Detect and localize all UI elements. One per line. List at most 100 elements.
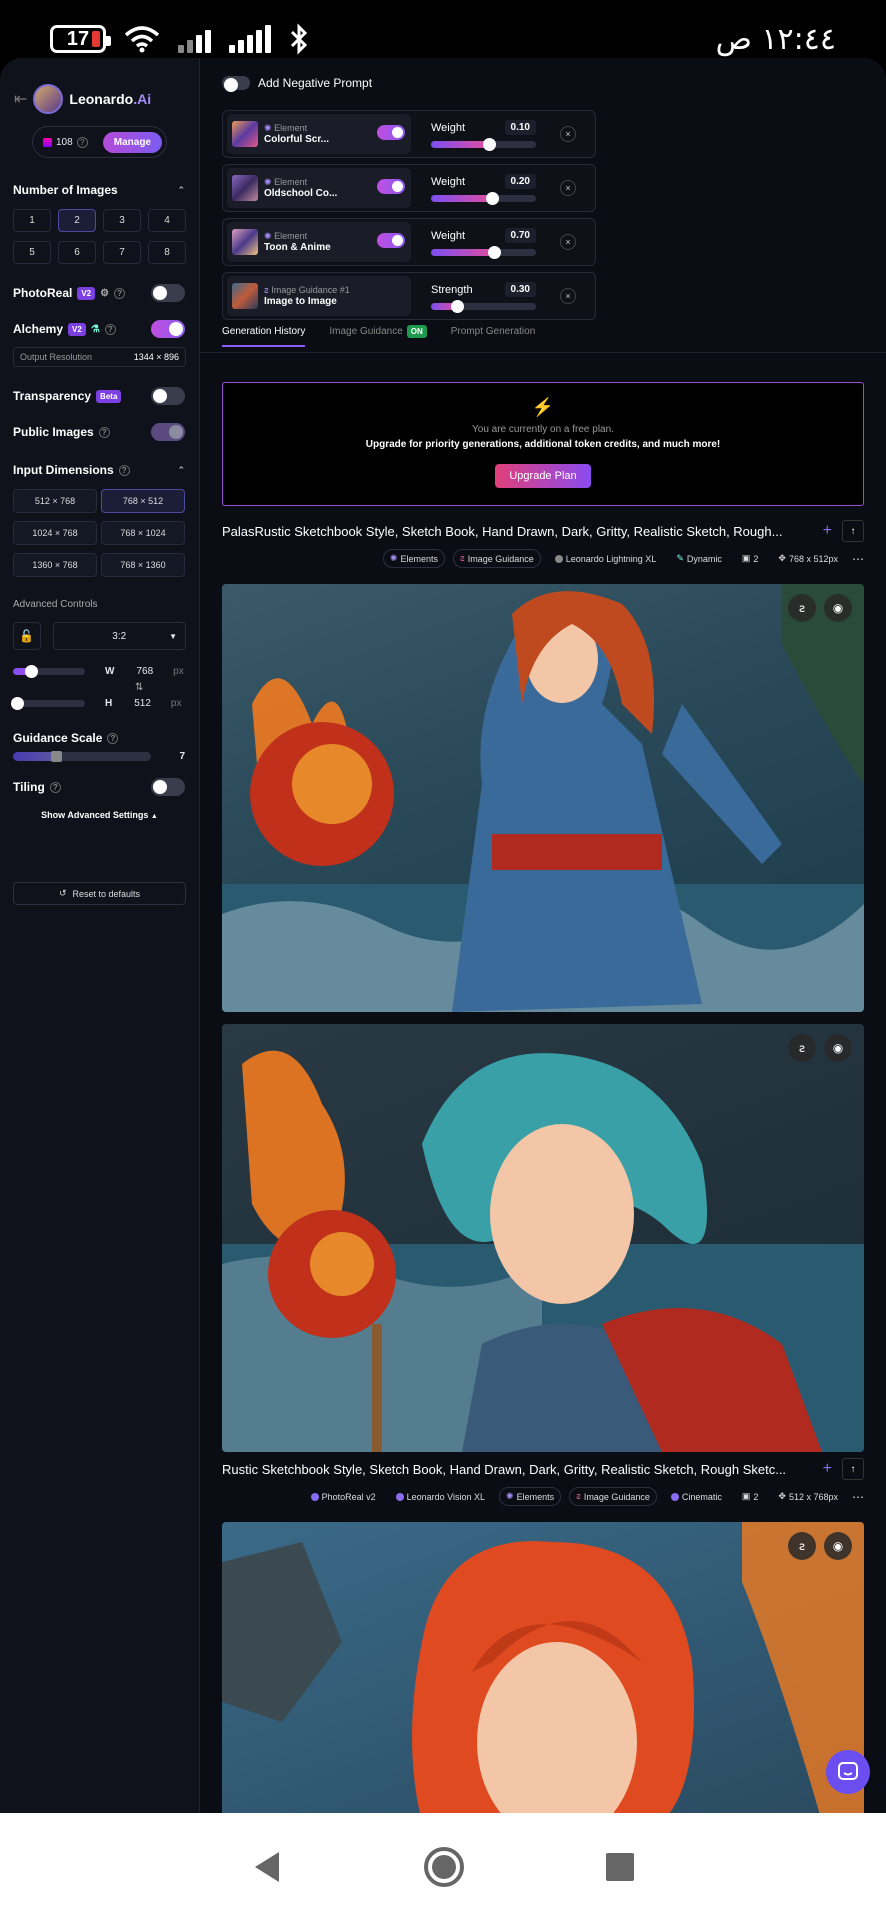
remix-icon[interactable]: ꙅ — [788, 1532, 816, 1560]
tiling-toggle[interactable] — [151, 778, 185, 796]
photoreal-row: PhotoReal V2 ⚙? — [0, 284, 199, 302]
eye-icon[interactable]: ◉ — [824, 1034, 852, 1062]
manage-button[interactable]: Manage — [102, 131, 162, 153]
strength-slider[interactable] — [431, 300, 536, 313]
num-images-option[interactable]: 8 — [148, 241, 186, 264]
element-icon: ✺ — [389, 553, 398, 563]
advanced-controls-label: Advanced Controls — [13, 599, 98, 610]
help-icon[interactable]: ? — [98, 426, 110, 438]
lock-icon[interactable]: 🔓 — [13, 622, 41, 650]
help-icon[interactable]: ? — [49, 781, 61, 793]
guidance-slider[interactable] — [13, 751, 151, 762]
back-icon[interactable] — [251, 1850, 283, 1884]
element-toggle[interactable] — [377, 179, 405, 194]
generation-header: Rustic Sketchbook Style, Sketch Book, Ha… — [222, 1458, 864, 1480]
weight-slider[interactable] — [431, 192, 536, 205]
strength-value[interactable]: 0.30 — [504, 282, 536, 297]
element-chip[interactable]: ✺ Element Toon & Anime — [227, 222, 411, 262]
negative-prompt-toggle[interactable] — [222, 76, 250, 92]
tag-model: Leonardo Lightning XL — [549, 551, 663, 567]
element-chip[interactable]: ✺ Element Oldschool Co... — [227, 168, 411, 208]
tab-prompt-generation[interactable]: Prompt Generation — [451, 326, 536, 347]
swap-dimensions-icon[interactable]: ⇅ — [0, 682, 199, 693]
number-of-images-header[interactable]: Number of Images ⌃ — [0, 183, 199, 197]
num-images-option[interactable]: 3 — [103, 209, 141, 232]
help-icon[interactable]: ? — [76, 136, 88, 148]
add-icon[interactable]: + — [823, 522, 832, 540]
reset-defaults-button[interactable]: ↺ Reset to defaults — [13, 882, 186, 905]
weight-value[interactable]: 0.70 — [504, 228, 536, 243]
photoreal-toggle[interactable] — [151, 284, 185, 302]
help-icon[interactable]: ? — [104, 323, 116, 335]
width-slider[interactable] — [13, 665, 85, 678]
upload-icon[interactable]: ↑ — [842, 1458, 864, 1480]
eye-icon[interactable]: ◉ — [824, 1532, 852, 1560]
num-images-option[interactable]: 1 — [13, 209, 51, 232]
dimension-option-selected[interactable]: 768 × 512 — [101, 489, 185, 513]
generation-prompt[interactable]: PalasRustic Sketchbook Style, Sketch Boo… — [222, 524, 812, 539]
dimension-option[interactable]: 1024 × 768 — [13, 521, 97, 545]
num-images-option[interactable]: 5 — [13, 241, 51, 264]
dimension-option[interactable]: 768 × 1024 — [101, 521, 185, 545]
remove-guidance-icon[interactable]: × — [560, 288, 576, 304]
more-options-icon[interactable]: ⋯ — [852, 552, 864, 566]
aspect-ratio-select[interactable]: 3:2 ▼ — [52, 622, 186, 650]
tab-generation-history[interactable]: Generation History — [222, 326, 306, 347]
remove-element-icon[interactable]: × — [560, 234, 576, 250]
weight-slider[interactable] — [431, 138, 536, 151]
width-input[interactable]: 768 — [136, 666, 153, 677]
dimension-option[interactable]: 768 × 1360 — [101, 553, 185, 577]
element-toggle[interactable] — [377, 233, 405, 248]
weight-value[interactable]: 0.20 — [504, 174, 536, 189]
dimension-option[interactable]: 1360 × 768 — [13, 553, 97, 577]
image-guidance-chip[interactable]: ꙅ Image Guidance #1 Image to Image — [227, 276, 411, 316]
transparency-row: Transparency Beta — [0, 387, 199, 405]
collapse-sidebar-icon[interactable]: ⇤ — [14, 89, 27, 109]
help-icon[interactable]: ? — [107, 732, 119, 744]
help-icon[interactable]: ? — [114, 287, 126, 299]
avatar[interactable] — [33, 84, 64, 114]
element-chip[interactable]: ✺ Element Colorful Scr... — [227, 114, 411, 154]
strength-control: Strength 0.30 — [431, 282, 536, 313]
recents-icon[interactable] — [605, 1852, 635, 1882]
chat-support-button[interactable] — [826, 1750, 870, 1794]
generated-image[interactable]: ꙅ ◉ — [222, 1522, 864, 1813]
generation-header: PalasRustic Sketchbook Style, Sketch Boo… — [222, 520, 864, 542]
num-images-option[interactable]: 7 — [103, 241, 141, 264]
generated-image[interactable]: ꙅ ◉ — [222, 1024, 864, 1452]
tag-image-guidance: ꙅ Image Guidance — [452, 549, 541, 568]
remix-icon[interactable]: ꙅ — [788, 594, 816, 622]
generated-image[interactable]: ꙅ ◉ — [222, 584, 864, 1012]
alchemy-toggle[interactable] — [151, 320, 185, 338]
generation-prompt[interactable]: Rustic Sketchbook Style, Sketch Book, Ha… — [222, 1462, 812, 1477]
weight-value[interactable]: 0.10 — [504, 120, 536, 135]
num-images-option[interactable]: 4 — [148, 209, 186, 232]
height-input[interactable]: 512 — [134, 698, 151, 709]
input-dimensions-header[interactable]: Input Dimensions? ⌃ — [0, 463, 199, 477]
add-icon[interactable]: + — [823, 1460, 832, 1478]
weight-slider[interactable] — [431, 246, 536, 259]
num-images-option-selected[interactable]: 2 — [58, 209, 96, 232]
eye-icon[interactable]: ◉ — [824, 594, 852, 622]
tab-image-guidance[interactable]: Image Guidance ON — [329, 325, 427, 347]
element-icon: ✺ — [264, 123, 272, 133]
photoreal-icon — [310, 1492, 319, 1501]
upgrade-plan-button[interactable]: Upgrade Plan — [495, 464, 591, 488]
height-slider[interactable] — [11, 697, 85, 710]
show-advanced-settings-button[interactable]: Show Advanced Settings ▲ — [0, 810, 199, 820]
element-card: ✺ Element Toon & Anime Weight 0.70 × — [222, 218, 596, 266]
help-icon[interactable]: ? — [118, 464, 130, 476]
tag-dimensions: ✥ 768 x 512px — [778, 553, 838, 564]
remove-element-icon[interactable]: × — [560, 180, 576, 196]
more-options-icon[interactable]: ⋯ — [852, 1490, 864, 1504]
home-icon[interactable] — [423, 1846, 465, 1888]
dimension-option[interactable]: 512 × 768 — [13, 489, 97, 513]
remove-element-icon[interactable]: × — [560, 126, 576, 142]
transparency-toggle[interactable] — [151, 387, 185, 405]
num-images-option[interactable]: 6 — [58, 241, 96, 264]
main-panel: Add Negative Prompt ✺ Element Colorful Sc… — [200, 58, 886, 1813]
upload-icon[interactable]: ↑ — [842, 520, 864, 542]
remix-icon[interactable]: ꙅ — [788, 1034, 816, 1062]
public-images-toggle[interactable] — [151, 423, 185, 441]
element-toggle[interactable] — [377, 125, 405, 140]
